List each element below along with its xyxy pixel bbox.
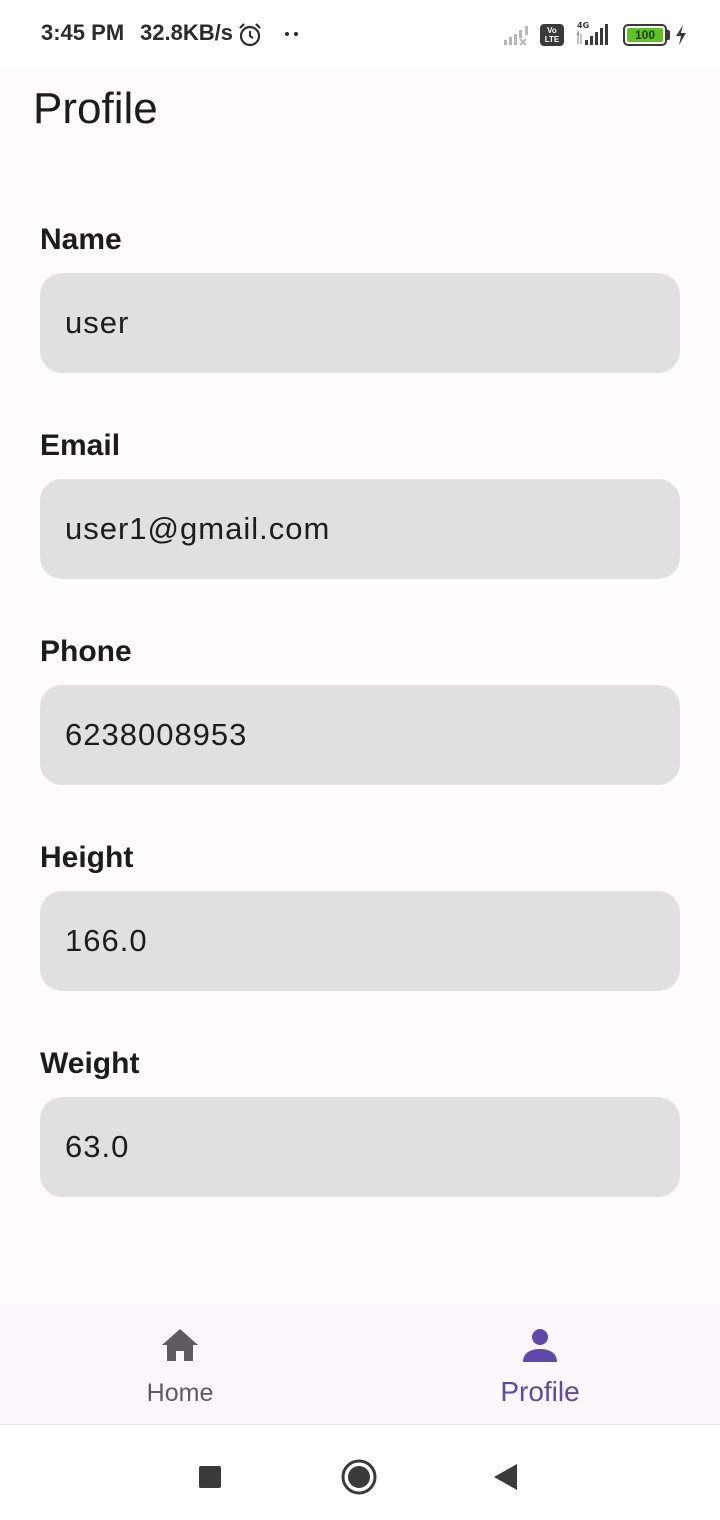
person-icon xyxy=(523,1329,557,1362)
battery-icon: 100 xyxy=(623,24,667,46)
email-field[interactable]: user1@gmail.com xyxy=(40,479,680,579)
height-label: Height xyxy=(40,841,134,874)
status-network-speed: 32.8KB/s xyxy=(140,20,233,45)
name-field[interactable]: user xyxy=(40,273,680,373)
name-label: Name xyxy=(40,223,122,256)
nav-label-home: Home xyxy=(146,1379,214,1407)
status-bar: 3:45 PM 32.8KB/s Vo LTE 4G 100 xyxy=(0,0,720,70)
back-triangle-icon[interactable] xyxy=(486,1457,526,1497)
charging-bolt-icon xyxy=(676,25,686,45)
phone-label: Phone xyxy=(40,635,132,668)
network-type-label: 4G xyxy=(577,21,589,30)
weight-label: Weight xyxy=(40,1047,140,1080)
nav-item-profile[interactable]: Profile xyxy=(360,1304,720,1424)
volte-top-label: Vo xyxy=(547,26,557,35)
nav-label-profile: Profile xyxy=(500,1376,580,1407)
nav-item-home[interactable]: Home xyxy=(0,1304,360,1424)
signal-strength-icon: 4G xyxy=(576,21,608,45)
page-title: Profile xyxy=(33,84,158,133)
profile-screen: 3:45 PM 32.8KB/s Vo LTE 4G 100 Profile N… xyxy=(0,0,720,1520)
battery-level: 100 xyxy=(627,28,663,42)
recents-square-icon[interactable] xyxy=(190,1457,230,1497)
system-navigation-bar xyxy=(0,1425,720,1520)
bottom-navigation: Home Profile xyxy=(0,1304,720,1425)
height-field[interactable]: 166.0 xyxy=(40,891,680,991)
status-time: 3:45 PM xyxy=(41,20,125,45)
volte-icon: Vo LTE xyxy=(540,24,564,46)
alarm-clock-icon xyxy=(239,23,261,47)
phone-field[interactable]: 6238008953 xyxy=(40,685,680,785)
signal-no-service-icon xyxy=(504,26,528,46)
battery-tip xyxy=(667,30,670,40)
volte-bottom-label: LTE xyxy=(544,35,560,44)
email-label: Email xyxy=(40,429,121,462)
weight-field[interactable]: 63.0 xyxy=(40,1097,680,1197)
home-icon xyxy=(162,1329,198,1361)
more-notifications-icon xyxy=(285,32,298,36)
home-circle-icon[interactable] xyxy=(339,1457,379,1497)
